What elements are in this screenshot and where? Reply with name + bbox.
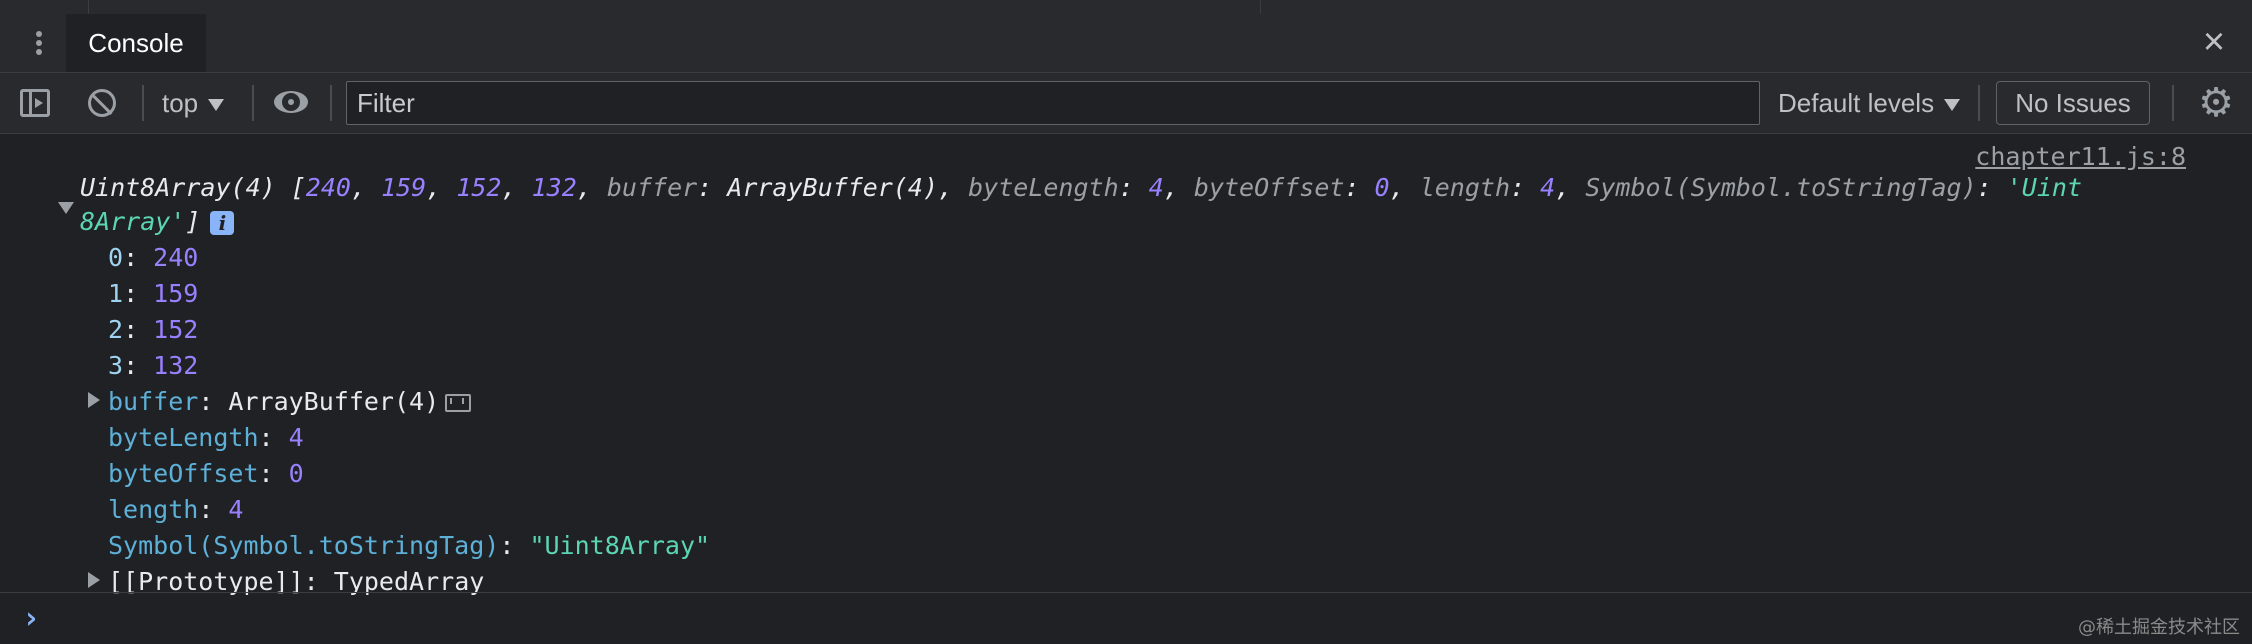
filter-input[interactable] bbox=[346, 81, 1760, 125]
expand-triangle-icon[interactable] bbox=[88, 572, 100, 588]
top-panel-strip bbox=[0, 0, 2252, 15]
live-expression-eye-icon[interactable] bbox=[274, 91, 308, 113]
prop-byte-length: byteLength: 4 bbox=[108, 423, 304, 452]
console-messages: chapter11.js:8 Uint8Array(4) [240, 159, … bbox=[0, 134, 2252, 596]
toolbar-divider bbox=[252, 85, 254, 121]
drawer-tab-bar: Console × bbox=[0, 14, 2252, 73]
show-sidebar-icon[interactable] bbox=[20, 89, 50, 117]
memory-inspector-icon[interactable] bbox=[445, 394, 472, 412]
chevron-down-icon bbox=[1944, 99, 1961, 112]
toolbar-divider bbox=[2172, 85, 2174, 121]
prop-buffer[interactable]: buffer: ArrayBuffer(4) bbox=[108, 384, 472, 420]
strip-divider bbox=[1260, 0, 1261, 14]
tab-console[interactable]: Console bbox=[66, 14, 206, 72]
more-tools-icon[interactable] bbox=[32, 28, 46, 60]
gear-icon[interactable]: ⚙ bbox=[2196, 83, 2236, 123]
toolbar-divider bbox=[1978, 85, 1980, 121]
source-link[interactable]: chapter11.js:8 bbox=[1975, 142, 2186, 171]
console-prompt[interactable]: › @稀土掘金技术社区 bbox=[0, 592, 2252, 644]
toolbar-divider bbox=[142, 85, 144, 121]
strip-divider bbox=[88, 0, 89, 14]
console-toolbar: top Default levels No Issues ⚙ bbox=[0, 73, 2252, 134]
expand-triangle-icon[interactable] bbox=[88, 392, 100, 408]
array-entry: 1: 159 bbox=[108, 279, 199, 308]
prompt-chevron-icon: › bbox=[22, 601, 41, 636]
context-label: top bbox=[162, 88, 199, 118]
issues-button[interactable]: No Issues bbox=[1996, 81, 2150, 125]
chevron-down-icon bbox=[208, 99, 225, 112]
toolbar-divider bbox=[330, 85, 332, 121]
prop-byte-offset: byteOffset: 0 bbox=[108, 459, 304, 488]
array-entry: 2: 152 bbox=[108, 315, 199, 344]
object-summary-wrap: 8Array'] i bbox=[80, 204, 235, 240]
info-icon[interactable]: i bbox=[210, 211, 235, 235]
levels-label: Default levels bbox=[1778, 88, 1935, 118]
context-selector[interactable]: top bbox=[162, 73, 225, 133]
array-entry: 3: 132 bbox=[108, 351, 199, 380]
object-summary[interactable]: Uint8Array(4) [240, 159, 152, 132, buffe… bbox=[80, 170, 2082, 206]
array-entry: 0: 240 bbox=[108, 243, 199, 272]
clear-console-icon[interactable] bbox=[88, 89, 116, 117]
prop-to-string-tag: Symbol(Symbol.toStringTag): "Uint8Array" bbox=[108, 531, 711, 560]
prop-length: length: 4 bbox=[108, 495, 244, 524]
close-drawer-icon[interactable]: × bbox=[2196, 23, 2232, 61]
watermark: @稀土掘金技术社区 bbox=[2078, 617, 2240, 638]
collapse-triangle-icon[interactable] bbox=[58, 202, 74, 214]
log-levels-dropdown[interactable]: Default levels bbox=[1778, 73, 1961, 133]
